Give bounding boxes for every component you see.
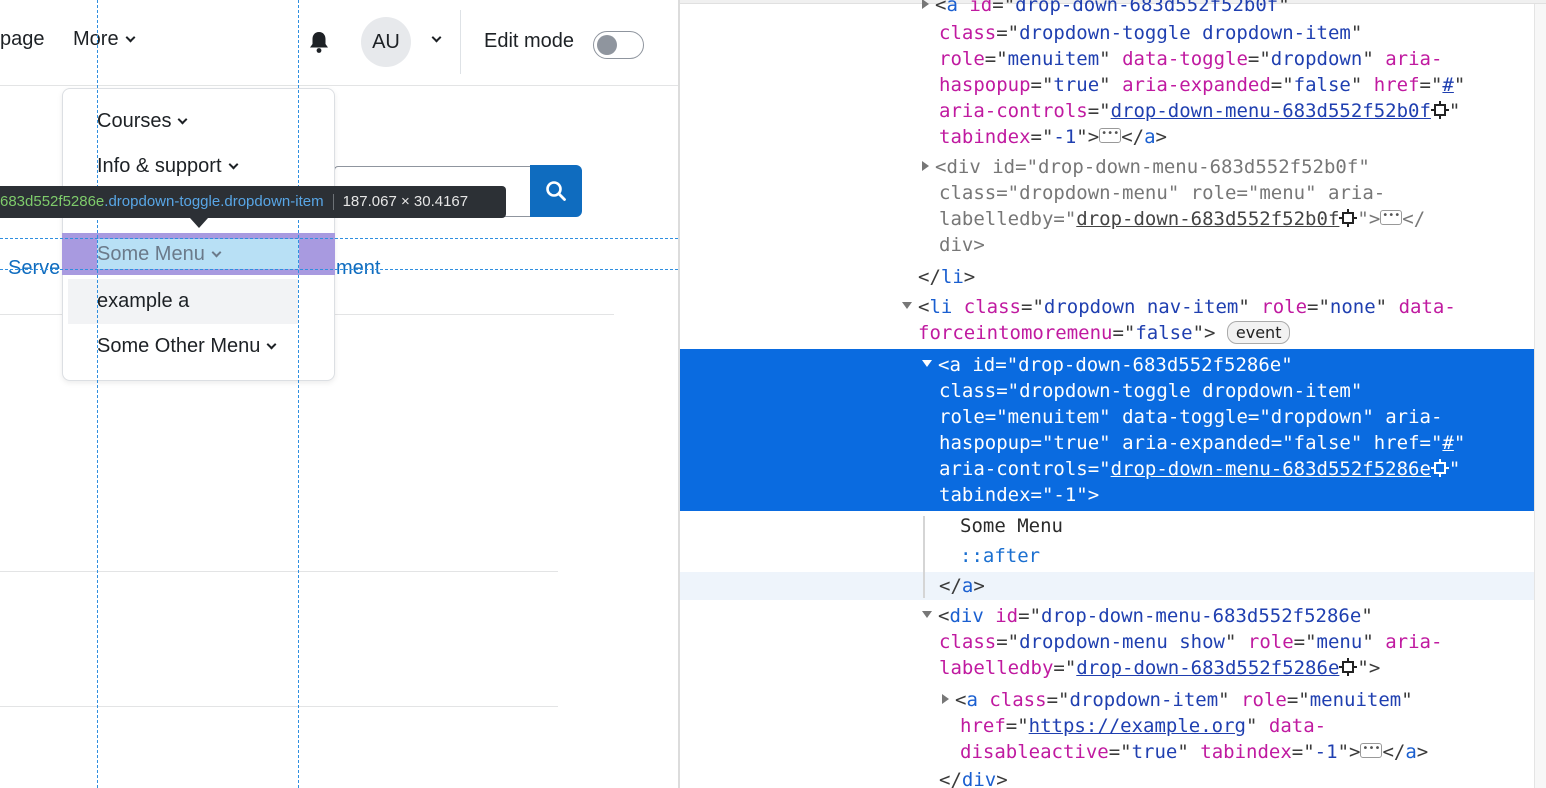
inspector-guide-line: [0, 238, 678, 239]
dom-attr-line: class="dropdown-toggle dropdown-item": [939, 380, 1363, 402]
node-target-icon[interactable]: [1430, 100, 1449, 119]
collapsed-content-icon[interactable]: •••: [1380, 210, 1403, 225]
dom-node-a[interactable]: <a class="dropdown-item" role="menuitem": [942, 687, 1413, 713]
nav-more-label: More: [73, 28, 119, 50]
devtools-inspector-panel: <a id="drop-down-683d552f52b0f" class="d…: [678, 0, 1546, 788]
tooltip-id: 683d552f5286e: [0, 193, 105, 210]
menu-item-some-other-menu[interactable]: Some Other Menu: [97, 335, 277, 358]
dom-attr-line: disableactive="true" tabindex="-1"> ••• </…: [960, 741, 1429, 763]
web-page-viewport: page More AU Edit mode Serve ment Course…: [0, 0, 678, 788]
menu-item-info-support[interactable]: Info & support: [97, 155, 238, 178]
dom-attr-line: class="dropdown-menu" role="menu" aria-: [939, 182, 1386, 204]
id-reference-link[interactable]: drop-down-683d552f5286e: [1076, 657, 1339, 679]
dom-node-a[interactable]: <a id="drop-down-683d552f52b0f": [922, 0, 1290, 18]
dom-closing-tag: </li>: [918, 266, 976, 288]
nav-link-page[interactable]: page: [0, 28, 45, 51]
nav-more-menu[interactable]: More: [73, 28, 136, 51]
edit-mode-toggle[interactable]: [593, 31, 644, 59]
dom-attr-line: role="menuitem" data-toggle="dropdown" a…: [939, 48, 1443, 70]
divider: [0, 706, 558, 707]
chevron-down-icon: [211, 247, 222, 258]
dom-node-div[interactable]: <div id="drop-down-menu-683d552f52b0f": [922, 154, 1370, 180]
dom-text-node[interactable]: Some Menu: [960, 513, 1063, 539]
dom-attr-line: role="menuitem" data-toggle="dropdown" a…: [939, 406, 1443, 428]
inspector-element-tooltip: 683d552f5286e.dropdown-toggle.dropdown-i…: [0, 186, 506, 218]
dom-pseudo-element[interactable]: ::after: [960, 543, 1040, 569]
dom-attr-line: haspopup="true" aria-expanded="false" hr…: [939, 74, 1466, 96]
dom-attr-line: class="dropdown-toggle dropdown-item": [939, 22, 1363, 44]
dom-node-div[interactable]: <div id="drop-down-menu-683d552f5286e": [922, 603, 1373, 629]
divider: [0, 571, 558, 572]
user-avatar[interactable]: AU: [361, 17, 411, 67]
dom-node-li[interactable]: <li class="dropdown nav-item" role="none…: [902, 294, 1456, 320]
id-reference-link[interactable]: drop-down-menu-683d552f52b0f: [1111, 100, 1431, 122]
href-link[interactable]: #: [1442, 432, 1453, 454]
dom-attr-line: tabindex="-1"> ••• </a>: [939, 126, 1167, 148]
chevron-down-icon: [266, 339, 277, 350]
collapse-triangle-icon[interactable]: [922, 611, 932, 618]
tree-indent-guide: [923, 516, 925, 598]
id-reference-link[interactable]: drop-down-683d552f52b0f: [1076, 208, 1339, 230]
dom-attr-line: aria-controls="drop-down-menu-683d552f52…: [939, 458, 1461, 480]
dom-closing-tag: </div>: [939, 769, 1008, 788]
dom-attr-line: labelledby="drop-down-683d552f5286e ">: [939, 657, 1381, 679]
menu-item-some-menu[interactable]: Some Menu: [97, 243, 222, 266]
nav-divider: [460, 10, 461, 74]
node-target-icon[interactable]: [1339, 657, 1358, 676]
dom-attr-line: forceintomoremenu="false"> event: [918, 320, 1291, 346]
dom-attr-line: aria-controls="drop-down-menu-683d552f52…: [939, 100, 1461, 122]
dom-attr-line: tabindex="-1">: [939, 484, 1100, 506]
chevron-down-icon: [228, 159, 238, 170]
id-reference-link[interactable]: drop-down-menu-683d552f5286e: [1111, 458, 1431, 480]
hovered-row: [680, 572, 1534, 600]
collapse-triangle-icon[interactable]: [922, 360, 932, 367]
toggle-knob: [597, 35, 617, 55]
dom-node-a-selected[interactable]: <a id="drop-down-683d552f5286e": [922, 352, 1293, 378]
tooltip-separator: [332, 194, 334, 211]
dom-attr-line: haspopup="true" aria-expanded="false" hr…: [939, 432, 1466, 454]
menu-item-courses[interactable]: Courses: [97, 110, 188, 133]
menu-item-example-a[interactable]: example a: [97, 290, 189, 313]
top-navbar: page More AU Edit mode: [0, 0, 678, 86]
menu-item-label: Some Menu: [97, 243, 205, 265]
inspector-scrollbar[interactable]: [1534, 4, 1546, 788]
chevron-down-icon: [125, 32, 136, 43]
node-target-icon[interactable]: [1430, 458, 1449, 477]
expand-triangle-icon[interactable]: [942, 693, 949, 704]
dom-attr-line: href="https://example.org" data-: [960, 715, 1327, 737]
search-button[interactable]: [530, 165, 582, 217]
tooltip-arrow: [190, 218, 208, 228]
collapse-triangle-icon[interactable]: [902, 302, 912, 309]
external-url-link[interactable]: https://example.org: [1029, 715, 1246, 737]
dom-closing-tag: div>: [939, 234, 985, 256]
node-target-icon[interactable]: [1339, 208, 1358, 227]
dom-attr-line: labelledby="drop-down-683d552f52b0f "> •••…: [939, 208, 1426, 230]
dom-attr-line: class="dropdown-menu show" role="menu" a…: [939, 631, 1443, 653]
tooltip-classes: .dropdown-toggle.dropdown-item: [104, 193, 324, 210]
chevron-down-icon: [178, 114, 188, 125]
expand-triangle-icon[interactable]: [922, 160, 929, 171]
inspector-guide-line: [0, 269, 678, 270]
collapsed-content-icon[interactable]: •••: [1360, 743, 1383, 758]
collapsed-content-icon[interactable]: •••: [1099, 128, 1122, 143]
href-link[interactable]: #: [1442, 74, 1453, 96]
inspector-guide-line: [97, 0, 98, 788]
tooltip-size: 187.067 × 30.4167: [342, 193, 469, 210]
chevron-down-icon[interactable]: [431, 32, 442, 43]
expand-triangle-icon[interactable]: [922, 0, 929, 9]
inspector-guide-line: [298, 0, 299, 788]
menu-item-label: Some Other Menu: [97, 335, 261, 357]
menu-item-label: Courses: [97, 110, 172, 132]
search-icon: [546, 181, 566, 201]
menu-item-label: Info & support: [97, 155, 222, 177]
bell-icon[interactable]: [308, 30, 330, 54]
event-badge[interactable]: event: [1226, 321, 1291, 344]
edit-mode-label: Edit mode: [484, 30, 575, 52]
dom-closing-tag: </a>: [939, 575, 985, 597]
